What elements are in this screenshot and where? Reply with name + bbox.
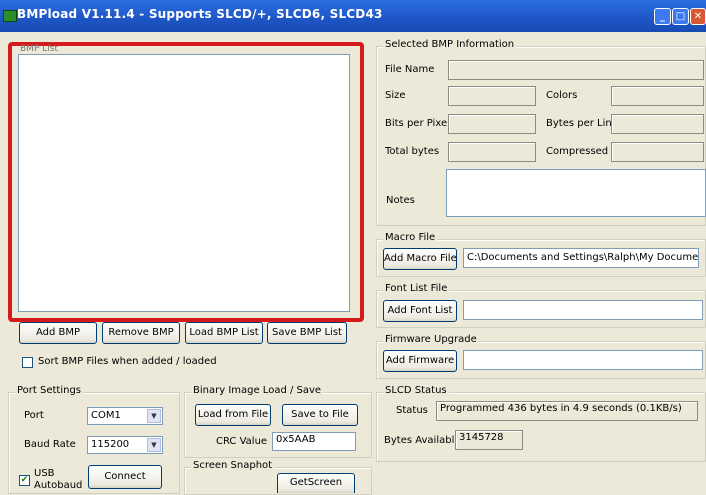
- compressed-label: Compressed: [546, 146, 609, 157]
- close-button[interactable]: ✕: [690, 8, 706, 25]
- sort-bmp-label: Sort BMP Files when added / loaded: [38, 356, 217, 367]
- main-window-body: BMP List Add BMP Remove BMP Load BMP Lis…: [0, 32, 706, 495]
- usb-autobaud-checkbox[interactable]: ✔: [19, 475, 30, 486]
- file-name-label: File Name: [385, 64, 435, 75]
- connect-button[interactable]: Connect: [88, 465, 162, 489]
- bmp-list-box[interactable]: [18, 54, 350, 312]
- firmware-path-field[interactable]: [463, 350, 703, 370]
- bmp-list-label: BMP List: [20, 44, 58, 54]
- load-bmp-list-button[interactable]: Load BMP List: [185, 322, 263, 344]
- colors-field: [611, 86, 704, 106]
- window-title: BMPload V1.11.4 - Supports SLCD/+, SLCD6…: [17, 7, 383, 21]
- port-label: Port: [24, 410, 44, 421]
- size-label: Size: [385, 90, 406, 101]
- port-value: COM1: [91, 410, 121, 421]
- add-macro-file-button[interactable]: Add Macro File: [383, 248, 457, 270]
- compressed-field: [611, 142, 704, 162]
- add-font-list-button[interactable]: Add Font List: [383, 300, 457, 322]
- save-to-file-button[interactable]: Save to File: [282, 404, 358, 426]
- binary-image-label: Binary Image Load / Save: [191, 385, 324, 396]
- slcd-status-label: SLCD Status: [383, 385, 449, 396]
- get-screen-button[interactable]: GetScreen: [277, 473, 355, 493]
- total-bytes-field: [448, 142, 536, 162]
- crc-value-field: 0x5AAB: [272, 432, 356, 451]
- notes-field[interactable]: [446, 169, 706, 217]
- bytes-available-label: Bytes Available: [384, 435, 461, 446]
- chevron-down-icon[interactable]: ▼: [147, 409, 161, 423]
- autobaud-label: Autobaud: [34, 480, 83, 491]
- firmware-upgrade-label: Firmware Upgrade: [383, 334, 479, 345]
- colors-label: Colors: [546, 90, 578, 101]
- baud-rate-select[interactable]: 115200 ▼: [87, 436, 163, 454]
- size-field: [448, 86, 536, 106]
- usb-label: USB: [34, 468, 55, 479]
- maximize-button[interactable]: □: [672, 8, 689, 25]
- sort-bmp-checkbox[interactable]: [22, 357, 33, 368]
- bmp-list-group: BMP List: [8, 42, 364, 322]
- font-list-file-label: Font List File: [383, 283, 450, 294]
- file-name-field: [448, 60, 704, 80]
- baud-rate-label: Baud Rate: [24, 439, 76, 450]
- macro-file-label: Macro File: [383, 232, 438, 243]
- app-icon: [3, 10, 17, 22]
- macro-file-path-field[interactable]: C:\Documents and Settings\Ralph\My Docum…: [463, 248, 699, 268]
- bytes-per-line-field: [611, 114, 704, 134]
- crc-value-label: CRC Value: [216, 436, 268, 447]
- chevron-down-icon[interactable]: ▼: [147, 438, 161, 452]
- notes-label: Notes: [386, 195, 415, 206]
- selected-bmp-info-label: Selected BMP Information: [383, 39, 517, 50]
- bits-per-pixel-field: [448, 114, 536, 134]
- remove-bmp-button[interactable]: Remove BMP: [102, 322, 180, 344]
- checkmark-icon: ✔: [20, 475, 29, 485]
- add-bmp-button[interactable]: Add BMP: [19, 322, 97, 344]
- bytes-per-line-label: Bytes per Line: [546, 118, 618, 129]
- status-label: Status: [396, 405, 428, 416]
- bits-per-pixel-label: Bits per Pixel: [385, 118, 450, 129]
- save-bmp-list-button[interactable]: Save BMP List: [267, 322, 347, 344]
- close-icon: ✕: [693, 11, 703, 22]
- port-select[interactable]: COM1 ▼: [87, 407, 163, 425]
- minimize-button[interactable]: _: [654, 8, 671, 25]
- total-bytes-label: Total bytes: [385, 146, 440, 157]
- baud-rate-value: 115200: [91, 439, 130, 450]
- port-settings-label: Port Settings: [15, 385, 84, 396]
- minimize-icon: _: [660, 11, 665, 22]
- font-list-path-field[interactable]: [463, 300, 703, 320]
- screen-snapshot-label: Screen Snaphot: [191, 460, 275, 471]
- load-from-file-button[interactable]: Load from File: [195, 404, 271, 426]
- status-value-field: Programmed 436 bytes in 4.9 seconds (0.1…: [436, 401, 698, 421]
- add-firmware-button[interactable]: Add Firmware: [383, 350, 457, 372]
- title-bar: BMPload V1.11.4 - Supports SLCD/+, SLCD6…: [0, 0, 706, 32]
- bytes-available-field: 3145728: [455, 430, 523, 450]
- maximize-icon: □: [675, 11, 686, 22]
